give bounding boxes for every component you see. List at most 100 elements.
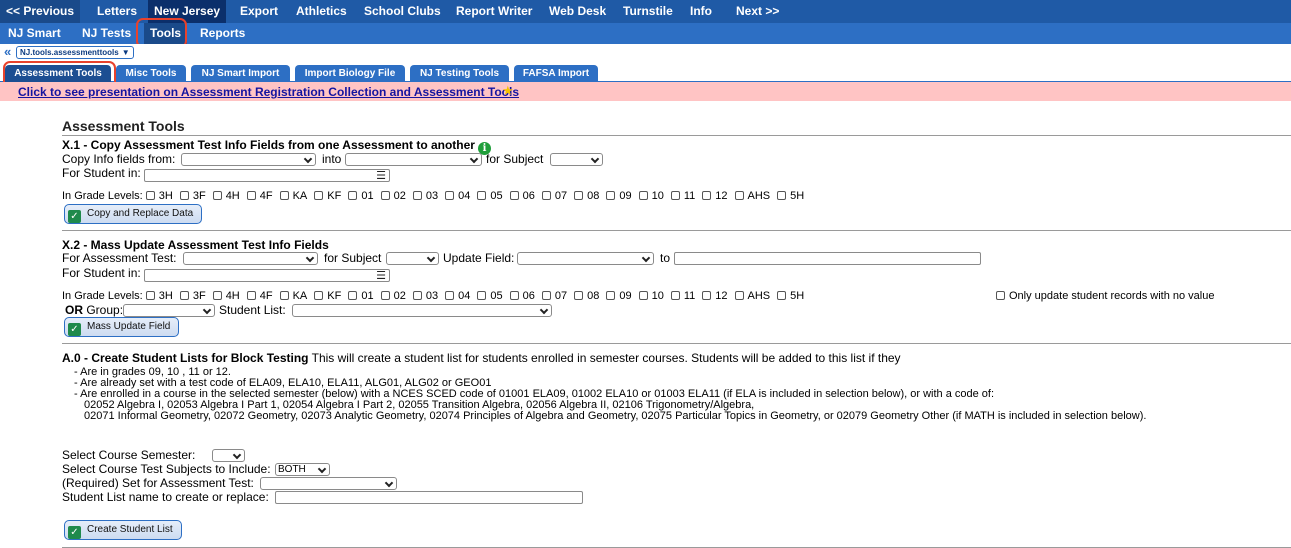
- nav-export[interactable]: Export: [234, 0, 284, 23]
- divider: [62, 230, 1291, 231]
- x2-student-list-select[interactable]: [292, 304, 552, 317]
- grade-checkbox[interactable]: 10: [638, 290, 664, 302]
- a0-assessment-select[interactable]: [260, 477, 397, 490]
- x1-into-select[interactable]: [345, 153, 482, 166]
- grade-checkbox[interactable]: 08: [574, 290, 599, 302]
- x1-grade-levels-label: In Grade Levels:: [62, 190, 143, 202]
- grade-checkbox[interactable]: 4F: [246, 190, 273, 202]
- nav-report-writer[interactable]: Report Writer: [450, 0, 538, 23]
- x2-no-value-checkbox[interactable]: Only update student records with no valu…: [996, 290, 1214, 303]
- mass-update-button[interactable]: ✓ Mass Update Field: [64, 317, 180, 337]
- grade-checkbox[interactable]: 4H: [212, 190, 240, 202]
- grade-checkbox[interactable]: 10: [638, 190, 664, 202]
- presentation-link[interactable]: Click to see presentation on Assessment …: [18, 85, 519, 99]
- grade-checkbox[interactable]: 3F: [179, 190, 206, 202]
- breadcrumb: « NJ.tools.assessmenttools ▼: [0, 44, 1291, 62]
- grade-checkbox[interactable]: 12: [702, 290, 728, 302]
- grade-checkbox[interactable]: 04: [445, 190, 470, 202]
- grade-checkbox[interactable]: 02: [380, 290, 406, 302]
- nav-previous[interactable]: << Previous: [0, 0, 81, 23]
- a0-semester-select[interactable]: [212, 449, 245, 462]
- grade-checkbox[interactable]: 04: [445, 290, 470, 302]
- subnav-reports[interactable]: Reports: [194, 23, 251, 44]
- create-student-list-button[interactable]: ✓ Create Student List: [64, 520, 182, 540]
- subnav-nj-smart[interactable]: NJ Smart: [2, 23, 67, 44]
- x1-subject-label: for Subject: [486, 152, 544, 166]
- grade-checkbox[interactable]: 01: [348, 290, 374, 302]
- x2-group-label: Group:: [86, 303, 124, 317]
- x2-to-label: to: [660, 251, 671, 265]
- x1-copy-from-select[interactable]: [181, 153, 316, 166]
- grade-checkbox[interactable]: 3H: [145, 190, 173, 202]
- grade-checkbox[interactable]: 12: [702, 190, 728, 202]
- grade-checkbox[interactable]: 09: [606, 190, 632, 202]
- grade-checkbox[interactable]: 05: [477, 290, 503, 302]
- grade-checkbox[interactable]: 03: [412, 190, 438, 202]
- x1-student-in-field[interactable]: ☰: [144, 169, 390, 182]
- grade-checkbox[interactable]: 05: [477, 190, 503, 202]
- grade-checkbox[interactable]: 3F: [179, 290, 206, 302]
- tab-nj-testing-tools[interactable]: NJ Testing Tools: [410, 65, 509, 82]
- tab-nj-smart-import[interactable]: NJ Smart Import: [191, 65, 290, 82]
- grade-checkbox[interactable]: AHS: [734, 290, 770, 302]
- page-title: Assessment Tools: [62, 118, 185, 134]
- divider: [62, 135, 1291, 136]
- a0-heading: A.0 - Create Student Lists for Block Tes…: [62, 352, 901, 365]
- grade-checkbox[interactable]: 02: [380, 190, 406, 202]
- grade-checkbox[interactable]: 4F: [246, 290, 273, 302]
- grade-checkbox[interactable]: 11: [670, 290, 695, 302]
- menu-icon[interactable]: ☰: [376, 271, 386, 282]
- collapse-chevron-icon[interactable]: «: [4, 44, 11, 59]
- x1-grade-levels: In Grade Levels: 3H 3F 4H 4F KA KF 01 02 03 04 05 0…: [62, 190, 811, 203]
- grade-checkbox[interactable]: 3H: [145, 290, 173, 302]
- nav-next[interactable]: Next >>: [730, 0, 785, 23]
- nav-letters[interactable]: Letters: [91, 0, 143, 23]
- grade-checkbox[interactable]: 07: [541, 190, 567, 202]
- breadcrumb-select[interactable]: NJ.tools.assessmenttools ▼: [16, 46, 134, 59]
- grade-checkbox[interactable]: 07: [541, 290, 567, 302]
- nav-athletics[interactable]: Athletics: [290, 0, 353, 23]
- x2-no-value-label: Only update student records with no valu…: [1009, 290, 1215, 302]
- grade-checkbox[interactable]: KA: [279, 290, 307, 302]
- grade-checkbox[interactable]: KF: [314, 190, 341, 202]
- x2-to-input[interactable]: [674, 252, 981, 265]
- tab-misc-tools[interactable]: Misc Tools: [116, 65, 186, 82]
- x1-subject-select[interactable]: [550, 153, 603, 166]
- presentation-banner: Click to see presentation on Assessment …: [0, 82, 1291, 101]
- grade-checkbox[interactable]: 06: [509, 290, 535, 302]
- nav-turnstile[interactable]: Turnstile: [617, 0, 679, 23]
- tab-import-biology-file[interactable]: Import Biology File: [295, 65, 405, 82]
- x2-student-in-field[interactable]: ☰: [144, 269, 390, 282]
- grade-checkbox[interactable]: 08: [574, 190, 599, 202]
- tab-fafsa-import[interactable]: FAFSA Import: [514, 65, 598, 82]
- a0-assessment-label: (Required) Set for Assessment Test:: [62, 476, 254, 490]
- a0-line: 02071 Informal Geometry, 02072 Geometry,…: [84, 410, 1147, 422]
- grade-checkbox[interactable]: 5H: [777, 290, 804, 302]
- a0-description: This will create a student list for stud…: [311, 351, 901, 365]
- grade-checkbox[interactable]: 11: [670, 190, 695, 202]
- grade-checkbox[interactable]: 01: [348, 190, 374, 202]
- grade-checkbox[interactable]: 4H: [212, 290, 240, 302]
- nav-web-desk[interactable]: Web Desk: [543, 0, 612, 23]
- a0-subjects-select[interactable]: BOTH: [275, 463, 330, 476]
- grade-checkbox[interactable]: KA: [279, 190, 307, 202]
- x2-group-select[interactable]: [123, 304, 215, 317]
- x2-test-select[interactable]: [183, 252, 318, 265]
- grade-checkbox[interactable]: 06: [509, 190, 535, 202]
- nav-school-clubs[interactable]: School Clubs: [358, 0, 447, 23]
- grade-checkbox[interactable]: 03: [412, 290, 438, 302]
- sub-nav-bar: NJ Smart NJ Tests Tools Reports: [0, 23, 1291, 44]
- copy-and-replace-button[interactable]: ✓ Copy and Replace Data: [64, 204, 203, 224]
- grade-checkbox[interactable]: 5H: [777, 190, 804, 202]
- subnav-nj-tests[interactable]: NJ Tests: [76, 23, 137, 44]
- grade-checkbox[interactable]: KF: [314, 290, 341, 302]
- main-content: Assessment Tools X.1 - Copy Assessment T…: [62, 101, 1291, 548]
- a0-list-name-input[interactable]: [275, 491, 583, 504]
- menu-icon[interactable]: ☰: [376, 171, 386, 182]
- a0-subjects-label: Select Course Test Subjects to Include:: [62, 462, 271, 476]
- x2-subject-select[interactable]: [386, 252, 439, 265]
- grade-checkbox[interactable]: AHS: [734, 190, 770, 202]
- x2-update-field-select[interactable]: [517, 252, 654, 265]
- grade-checkbox[interactable]: 09: [606, 290, 632, 302]
- nav-info[interactable]: Info: [684, 0, 718, 23]
